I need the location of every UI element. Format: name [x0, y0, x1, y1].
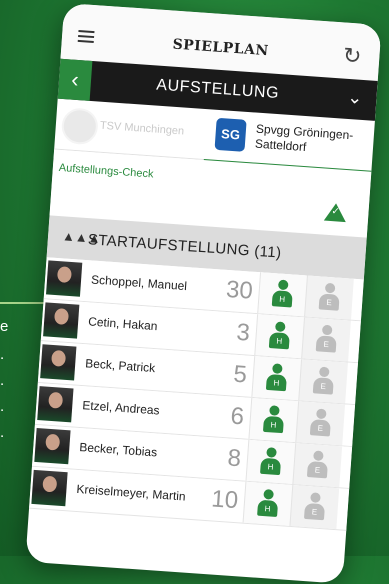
- player-photo: [43, 302, 80, 339]
- player-list: Schoppel, Manuel 30 H E Cetin, Hakan 3 H E Beck,…: [29, 257, 364, 531]
- away-role-toggle[interactable]: E: [289, 484, 340, 530]
- person-icon: E: [312, 366, 335, 395]
- player-name: Becker, Tobias: [78, 440, 158, 460]
- player-photo: [34, 428, 71, 465]
- lineup-check-label: Aufstellungs-Check: [58, 161, 154, 181]
- person-icon: E: [315, 324, 338, 353]
- player-number: 10: [210, 485, 240, 515]
- player-number: 8: [226, 444, 242, 473]
- person-icon: E: [309, 408, 332, 437]
- edge-text: .: [0, 372, 5, 389]
- checkmark-icon: [323, 202, 348, 223]
- home-role-toggle[interactable]: H: [242, 481, 293, 526]
- player-name: Cetin, Hakan: [87, 314, 158, 334]
- chevron-down-icon[interactable]: ⌄: [347, 87, 363, 109]
- person-icon: H: [257, 489, 279, 518]
- home-role-toggle[interactable]: H: [257, 272, 307, 317]
- person-icon: E: [306, 450, 329, 479]
- home-team-logo: [60, 107, 100, 146]
- role-letter: E: [320, 381, 327, 392]
- phone-screen: SPIELPLAN ↻ ‹ AUFSTELLUNG ⌄ TSV Munching…: [25, 2, 382, 584]
- home-role-toggle[interactable]: H: [245, 439, 296, 484]
- player-photo: [37, 386, 74, 423]
- away-role-toggle[interactable]: E: [301, 317, 351, 362]
- edge-text: .: [0, 398, 5, 415]
- person-icon: E: [318, 282, 341, 311]
- role-letter: H: [279, 294, 286, 305]
- away-team-logo: SG: [214, 117, 247, 152]
- person-icon: H: [265, 363, 288, 392]
- role-letter: H: [267, 462, 274, 472]
- role-letter: H: [270, 420, 277, 430]
- role-letter: E: [311, 507, 318, 517]
- role-letter: E: [326, 297, 333, 308]
- edge-text: e: [0, 318, 9, 335]
- player-name: Beck, Patrick: [84, 356, 156, 376]
- home-role-toggle[interactable]: H: [254, 314, 305, 359]
- player-name: Schoppel, Manuel: [90, 272, 188, 294]
- role-letter: E: [323, 339, 330, 350]
- lineup-title: STARTAUFSTELLUNG (11): [87, 231, 283, 262]
- tab-home-team[interactable]: TSV Munchingen: [54, 99, 207, 159]
- player-number: 6: [229, 402, 245, 431]
- role-letter: H: [276, 336, 283, 346]
- person-icon: H: [271, 279, 294, 308]
- player-photo: [46, 260, 83, 297]
- away-role-toggle[interactable]: E: [292, 443, 343, 488]
- home-role-toggle[interactable]: H: [251, 356, 302, 401]
- player-name: Etzel, Andreas: [81, 398, 161, 418]
- player-number: 5: [232, 360, 248, 389]
- role-letter: E: [314, 465, 321, 475]
- person-icon: E: [303, 492, 326, 521]
- player-name: Kreiselmeyer, Martin: [76, 481, 187, 504]
- player-number: 30: [225, 275, 254, 305]
- away-role-toggle[interactable]: E: [295, 401, 346, 446]
- refresh-icon[interactable]: ↻: [342, 43, 362, 70]
- away-role-toggle[interactable]: E: [298, 359, 348, 404]
- player-photo: [31, 469, 68, 507]
- home-role-toggle[interactable]: H: [248, 397, 299, 443]
- edge-text: .: [0, 346, 5, 363]
- person-icon: H: [260, 447, 282, 476]
- person-icon: H: [262, 405, 285, 434]
- role-letter: H: [264, 504, 271, 514]
- player-photo: [40, 344, 77, 381]
- person-icon: H: [268, 321, 291, 350]
- away-team-name: Spvgg Gröningen-Satteldorf: [254, 121, 354, 155]
- player-number: 3: [235, 318, 251, 347]
- away-role-toggle[interactable]: E: [304, 275, 354, 320]
- role-letter: H: [273, 378, 280, 388]
- home-team-name: TSV Munchingen: [99, 119, 185, 138]
- role-letter: E: [317, 423, 324, 433]
- edge-text: .: [0, 424, 5, 441]
